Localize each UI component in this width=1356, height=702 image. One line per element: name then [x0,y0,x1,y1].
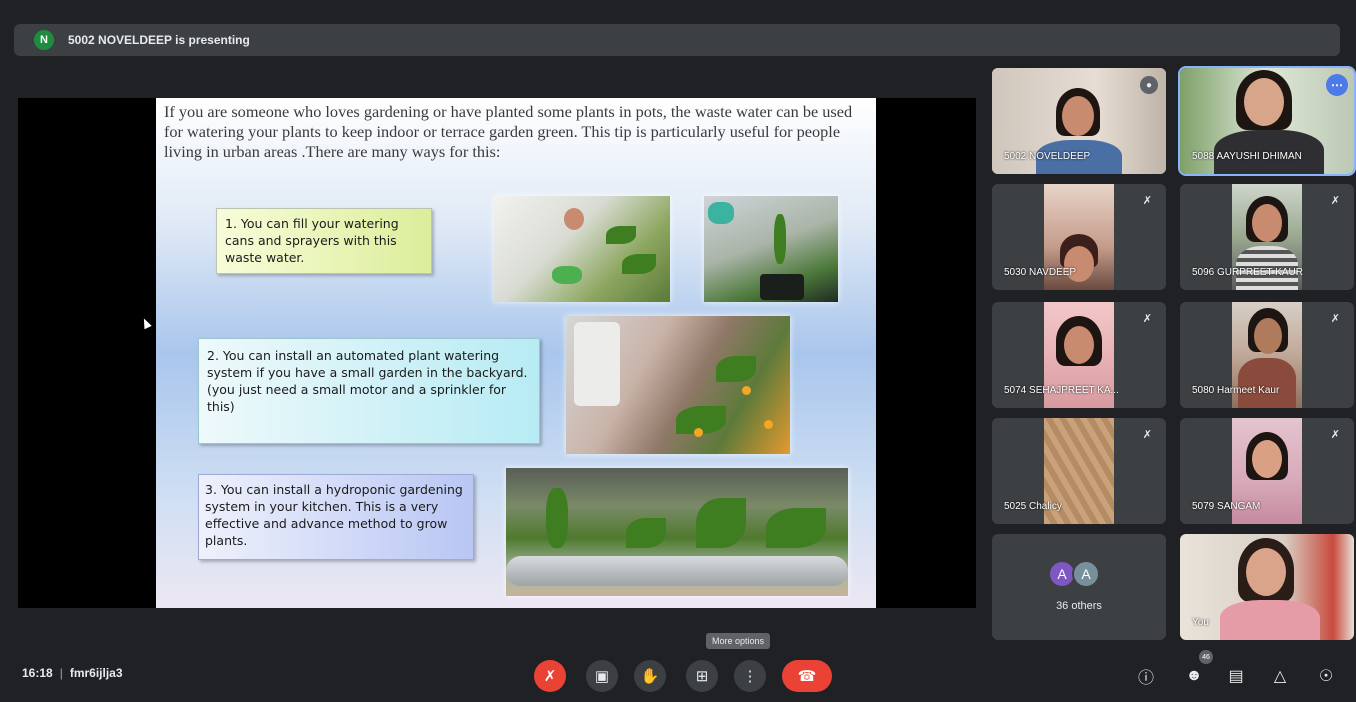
participant-tile[interactable]: ✗ 5074 SEHAJPREET KA... [992,302,1166,408]
flower [694,428,703,437]
people-icon: ☻ [1185,667,1203,684]
participant-name: You [1192,617,1209,628]
participant-name: 5002 NOVELDEEP [1004,151,1091,162]
activities-button[interactable]: △ [1268,664,1292,688]
participant-tile[interactable]: ● 5002 NOVELDEEP [992,68,1166,174]
more-vert-icon: ⋮ [742,668,758,685]
watering-can-photo [494,196,670,302]
participant-tile[interactable]: ⋯ 5088 AAYUSHI DHIMAN [1178,66,1356,176]
chat-button[interactable]: ▤ [1224,664,1248,688]
video-face [1254,318,1282,354]
clock: 16:18 [22,666,53,680]
watering-can-icon [552,266,582,284]
participant-name: 5079 SANGAM [1192,501,1261,512]
photo-leaf [606,226,636,244]
video-body [1220,600,1320,640]
more-options-tooltip: More options [706,633,771,649]
hydroponic-photo [506,468,848,596]
chat-icon: ▤ [1228,668,1244,685]
mic-off-icon: ✗ [1142,195,1152,207]
photo-leaf [626,518,666,548]
photo-leaf [766,508,826,548]
participant-tile[interactable]: ✗ 5025 Chalicy [992,418,1166,524]
camera-toggle-button[interactable]: ▣ [586,660,618,692]
leave-call-button[interactable]: ☎ [782,660,832,692]
photo-leaf [546,488,568,548]
mic-off-icon: ✗ [1330,429,1340,441]
raise-hand-button[interactable]: ✋ [634,660,666,692]
separator: | [59,666,63,680]
presenting-banner[interactable]: N 5002 NOVELDEEP is presenting [14,24,1340,56]
presenter-avatar: N [34,30,54,50]
automated-watering-photo [566,316,790,454]
mic-off-icon: ✗ [1142,313,1152,325]
flower [764,420,773,429]
sprayer-photo [704,196,838,302]
pin-icon[interactable]: ● [1140,76,1158,94]
tip-3-callout: 3. You can install a hydroponic gardenin… [198,474,474,560]
participant-name: 5088 AAYUSHI DHIMAN [1192,151,1302,162]
participant-name: 5074 SEHAJPREET KA... [1004,385,1119,396]
shared-slide: If you are someone who loves gardening o… [156,98,876,608]
more-options-button[interactable]: ⋮ [734,660,766,692]
photo-leaf [774,214,786,264]
hand-icon: ✋ [640,668,660,685]
meet-window: N 5002 NOVELDEEP is presenting If you ar… [0,0,1356,702]
participant-name: 5030 NAVDEEP [1004,267,1077,278]
hydroponic-pipe [506,556,848,586]
others-avatars: A A [1048,560,1100,588]
present-icon: ⊞ [695,668,709,685]
activities-icon: △ [1273,668,1287,685]
participant-tile[interactable]: ✗ 5096 GURPREET KAUR [1180,184,1354,290]
end-call-icon: ☎ [797,668,817,685]
video-face [1062,96,1094,136]
presenting-label: 5002 NOVELDEEP is presenting [68,33,250,47]
participant-tile[interactable]: ✗ 5079 SANGAM [1180,418,1354,524]
video-body [1238,358,1296,408]
video-face [1252,440,1282,478]
shield-icon: ☉ [1318,668,1334,685]
tip-1-callout: 1. You can fill your watering cans and s… [216,208,432,274]
presentation-stage[interactable]: If you are someone who loves gardening o… [18,98,976,608]
slide-paragraph: If you are someone who loves gardening o… [164,102,853,161]
video-face [1246,548,1286,596]
tip-2-callout: 2. You can install an automated plant wa… [198,338,540,444]
more-options-icon[interactable]: ⋯ [1326,74,1348,96]
participant-tile[interactable]: ✗ 5030 NAVDEEP [992,184,1166,290]
video-face [1064,326,1094,364]
host-controls-button[interactable]: ☉ [1314,664,1338,688]
photo-person [564,208,584,230]
avatar: A [1072,560,1100,588]
flower [742,386,751,395]
mic-off-icon: ✗ [543,668,557,685]
photo-leaf [622,254,656,274]
present-now-button[interactable]: ⊞ [686,660,718,692]
meeting-code: fmr6ijlja3 [69,666,123,680]
video-face [1252,204,1282,242]
water-tank [574,322,620,406]
camera-icon: ▣ [594,668,610,685]
mic-off-icon: ✗ [1142,429,1152,441]
meeting-details-button[interactable]: ⓘ [1134,664,1158,688]
participant-count-badge: 46 [1199,650,1213,664]
participant-tile[interactable]: ✗ 5080 Harmeet Kaur [1180,302,1354,408]
self-tile[interactable]: You [1180,534,1354,640]
info-icon: ⓘ [1137,670,1154,687]
others-count-label: 36 others [1056,600,1102,612]
participant-name: 5025 Chalicy [1004,501,1062,512]
photo-leaf [716,356,756,382]
participant-name: 5096 GURPREET KAUR [1192,267,1303,278]
mouse-cursor-icon [140,316,152,330]
mic-off-icon: ✗ [1330,313,1340,325]
meeting-details[interactable]: 16:18 | fmr6ijlja3 [22,666,123,680]
others-tile[interactable]: A A 36 others [992,534,1166,640]
video-face [1244,78,1284,126]
show-everyone-button[interactable]: ☻ [1182,664,1206,688]
mic-off-icon: ✗ [1330,195,1340,207]
photo-leaf [696,498,746,548]
plant-pot [760,274,804,300]
mic-toggle-button[interactable]: ✗ [534,660,566,692]
spray-bottle-icon [708,202,734,224]
participant-name: 5080 Harmeet Kaur [1192,385,1280,396]
